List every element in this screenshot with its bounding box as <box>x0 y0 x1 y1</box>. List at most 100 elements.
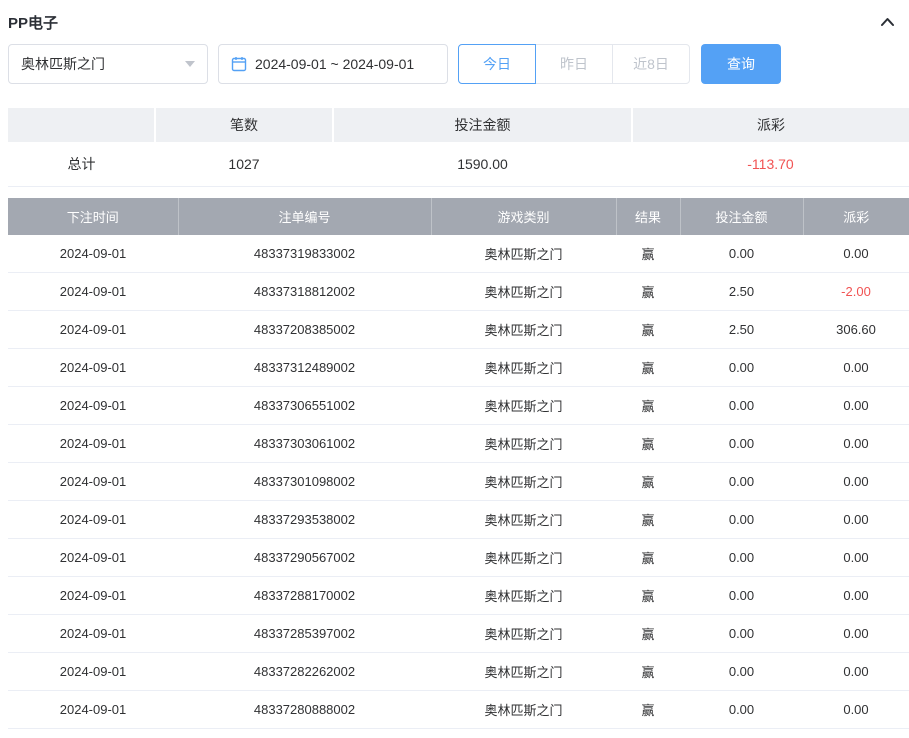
cell-bet-amount: 0.00 <box>680 538 803 577</box>
cell-bet-amount: 0.00 <box>680 462 803 501</box>
cell-result: 赢 <box>616 576 680 615</box>
cell-payout: 0.00 <box>803 500 909 539</box>
cell-bet-amount: 0.00 <box>680 576 803 615</box>
quick-range-button-group: 今日 昨日 近8日 <box>458 44 690 84</box>
summary-table: 笔数 投注金额 派彩 总计 1027 1590.00 -113.70 <box>8 108 909 187</box>
summary-header-blank <box>8 108 156 142</box>
cell-bet-time: 2024-09-01 <box>8 234 178 273</box>
header-order-number: 注单编号 <box>178 197 432 235</box>
cell-payout: 0.00 <box>803 234 909 273</box>
table-row: 2024-09-01 48337301098002 奥林匹斯之门 赢 0.00 … <box>8 462 909 501</box>
summary-header-bet-amount: 投注金额 <box>333 108 633 142</box>
cell-bet-amount: 0.00 <box>680 614 803 653</box>
last-8-days-button[interactable]: 近8日 <box>612 44 690 84</box>
cell-order-number: 48337312489002 <box>178 348 431 387</box>
cell-bet-time: 2024-09-01 <box>8 462 178 501</box>
cell-game-category: 奥林匹斯之门 <box>431 614 616 653</box>
cell-game-category: 奥林匹斯之门 <box>431 234 616 273</box>
cell-order-number: 48337306551002 <box>178 386 431 425</box>
game-select[interactable]: 奥林匹斯之门 <box>8 44 208 84</box>
cell-bet-time: 2024-09-01 <box>8 348 178 387</box>
cell-result: 赢 <box>616 462 680 501</box>
header-bet-time: 下注时间 <box>8 197 179 235</box>
table-row: 2024-09-01 48337288170002 奥林匹斯之门 赢 0.00 … <box>8 576 909 615</box>
cell-payout: 0.00 <box>803 576 909 615</box>
cell-bet-amount: 0.00 <box>680 386 803 425</box>
collapse-button[interactable] <box>880 16 895 28</box>
cell-bet-time: 2024-09-01 <box>8 614 178 653</box>
cell-payout: 0.00 <box>803 348 909 387</box>
table-row: 2024-09-01 48337319833002 奥林匹斯之门 赢 0.00 … <box>8 234 909 273</box>
cell-game-category: 奥林匹斯之门 <box>431 272 616 311</box>
cell-result: 赢 <box>616 310 680 349</box>
cell-result: 赢 <box>616 500 680 539</box>
cell-bet-amount: 0.00 <box>680 652 803 691</box>
panel-header: PP电子 <box>8 0 909 44</box>
summary-total-bet-amount: 1590.00 <box>333 142 632 187</box>
cell-bet-amount: 0.00 <box>680 500 803 539</box>
cell-payout: 0.00 <box>803 652 909 691</box>
cell-game-category: 奥林匹斯之门 <box>431 310 616 349</box>
table-row: 2024-09-01 48337282262002 奥林匹斯之门 赢 0.00 … <box>8 652 909 691</box>
cell-payout: 0.00 <box>803 690 909 729</box>
header-bet-amount: 投注金额 <box>680 197 804 235</box>
summary-header-count: 笔数 <box>155 108 334 142</box>
today-button[interactable]: 今日 <box>458 44 536 84</box>
cell-payout: 306.60 <box>803 310 909 349</box>
cell-payout: 0.00 <box>803 424 909 463</box>
cell-payout: 0.00 <box>803 614 909 653</box>
cell-result: 赢 <box>616 614 680 653</box>
date-range-value: 2024-09-01 ~ 2024-09-01 <box>255 56 415 72</box>
query-button[interactable]: 查询 <box>701 44 781 84</box>
records-table-body: 2024-09-01 48337319833002 奥林匹斯之门 赢 0.00 … <box>8 234 909 729</box>
records-header-row: 下注时间 注单编号 游戏类别 结果 投注金额 派彩 <box>8 197 909 235</box>
cell-bet-time: 2024-09-01 <box>8 576 178 615</box>
header-game-category: 游戏类别 <box>431 197 617 235</box>
cell-result: 赢 <box>616 234 680 273</box>
cell-result: 赢 <box>616 538 680 577</box>
cell-order-number: 48337288170002 <box>178 576 431 615</box>
cell-bet-time: 2024-09-01 <box>8 690 178 729</box>
table-row: 2024-09-01 48337312489002 奥林匹斯之门 赢 0.00 … <box>8 348 909 387</box>
cell-game-category: 奥林匹斯之门 <box>431 348 616 387</box>
cell-game-category: 奥林匹斯之门 <box>431 500 616 539</box>
cell-game-category: 奥林匹斯之门 <box>431 462 616 501</box>
cell-result: 赢 <box>616 272 680 311</box>
cell-bet-time: 2024-09-01 <box>8 386 178 425</box>
cell-bet-time: 2024-09-01 <box>8 272 178 311</box>
cell-order-number: 48337285397002 <box>178 614 431 653</box>
chevron-down-icon <box>185 61 195 67</box>
table-row: 2024-09-01 48337280888002 奥林匹斯之门 赢 0.00 … <box>8 690 909 729</box>
summary-header-row: 笔数 投注金额 派彩 <box>8 108 909 142</box>
yesterday-button[interactable]: 昨日 <box>535 44 613 84</box>
table-row: 2024-09-01 48337318812002 奥林匹斯之门 赢 2.50 … <box>8 272 909 311</box>
records-table: 下注时间 注单编号 游戏类别 结果 投注金额 派彩 2024-09-01 483… <box>8 197 909 729</box>
cell-result: 赢 <box>616 424 680 463</box>
date-range-picker[interactable]: 2024-09-01 ~ 2024-09-01 <box>218 44 448 84</box>
table-row: 2024-09-01 48337303061002 奥林匹斯之门 赢 0.00 … <box>8 424 909 463</box>
game-select-value: 奥林匹斯之门 <box>21 56 105 72</box>
summary-total-label: 总计 <box>8 142 155 187</box>
cell-order-number: 48337280888002 <box>178 690 431 729</box>
cell-order-number: 48337318812002 <box>178 272 431 311</box>
table-row: 2024-09-01 48337285397002 奥林匹斯之门 赢 0.00 … <box>8 614 909 653</box>
cell-bet-time: 2024-09-01 <box>8 500 178 539</box>
summary-header-payout: 派彩 <box>632 108 909 142</box>
cell-game-category: 奥林匹斯之门 <box>431 576 616 615</box>
cell-bet-amount: 2.50 <box>680 272 803 311</box>
cell-bet-time: 2024-09-01 <box>8 424 178 463</box>
cell-result: 赢 <box>616 652 680 691</box>
cell-order-number: 48337303061002 <box>178 424 431 463</box>
cell-order-number: 48337293538002 <box>178 500 431 539</box>
cell-game-category: 奥林匹斯之门 <box>431 386 616 425</box>
table-row: 2024-09-01 48337293538002 奥林匹斯之门 赢 0.00 … <box>8 500 909 539</box>
cell-game-category: 奥林匹斯之门 <box>431 424 616 463</box>
cell-payout: 0.00 <box>803 538 909 577</box>
summary-total-count: 1027 <box>155 142 333 187</box>
cell-bet-amount: 0.00 <box>680 424 803 463</box>
filter-bar: 奥林匹斯之门 2024-09-01 ~ 2024-09-01 今日 昨日 近8日… <box>8 44 909 84</box>
summary-total-row: 总计 1027 1590.00 -113.70 <box>8 142 909 187</box>
cell-bet-amount: 0.00 <box>680 348 803 387</box>
cell-bet-amount: 0.00 <box>680 690 803 729</box>
pp-games-panel: PP电子 奥林匹斯之门 2024-09-01 ~ 2024-09-01 今日 昨… <box>0 0 909 729</box>
